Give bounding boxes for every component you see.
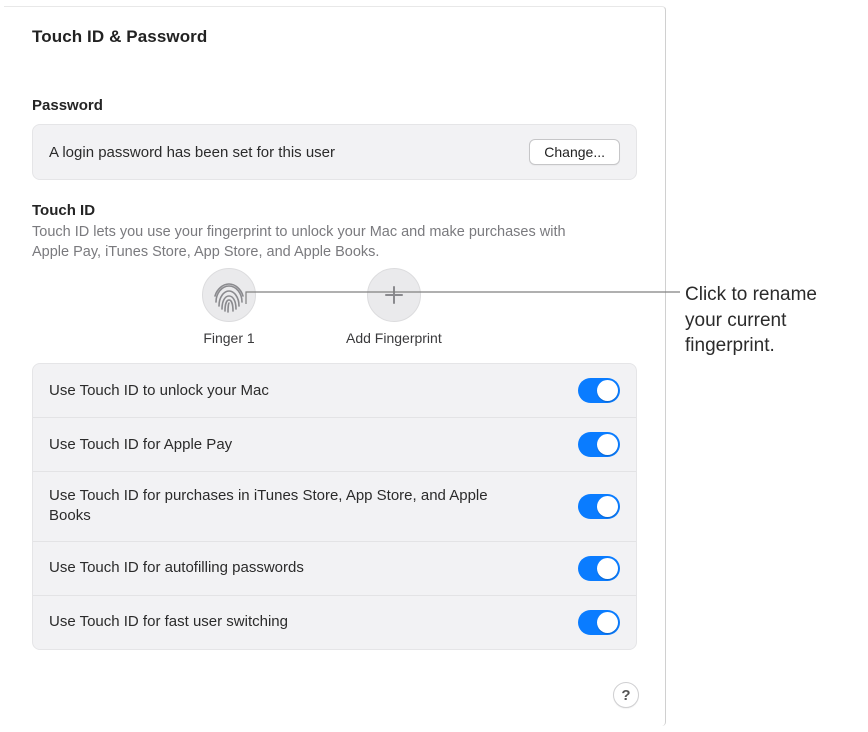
toggle-autofill[interactable] xyxy=(578,556,620,581)
help-button[interactable]: ? xyxy=(613,682,639,708)
callout-line xyxy=(246,292,686,304)
option-unlock-mac: Use Touch ID to unlock your Mac xyxy=(33,364,636,417)
touchid-options-card: Use Touch ID to unlock your Mac Use Touc… xyxy=(32,363,637,650)
toggle-purchases[interactable] xyxy=(578,494,620,519)
toggle-apple-pay[interactable] xyxy=(578,432,620,457)
page-title: Touch ID & Password xyxy=(32,27,637,47)
password-status: A login password has been set for this u… xyxy=(49,144,335,161)
fingerprints-row: Finger 1 Add Fingerprint xyxy=(32,268,637,363)
add-fingerprint-label: Add Fingerprint xyxy=(346,330,442,346)
option-label: Use Touch ID to unlock your Mac xyxy=(49,381,269,401)
option-purchases: Use Touch ID for purchases in iTunes Sto… xyxy=(33,471,636,541)
fingerprint-label: Finger 1 xyxy=(203,330,254,346)
toggle-fast-user-switching[interactable] xyxy=(578,610,620,635)
option-label: Use Touch ID for fast user switching xyxy=(49,612,288,632)
option-fast-user-switching: Use Touch ID for fast user switching xyxy=(33,595,636,649)
settings-pane: Touch ID & Password Password A login pas… xyxy=(4,6,666,726)
password-card: A login password has been set for this u… xyxy=(32,124,637,180)
callout-text: Click to rename your current fingerprint… xyxy=(685,282,855,359)
option-label: Use Touch ID for purchases in iTunes Sto… xyxy=(49,486,509,527)
change-password-button[interactable]: Change... xyxy=(529,139,620,165)
fingerprint-item-1[interactable]: Finger 1 xyxy=(202,268,256,346)
touchid-heading: Touch ID xyxy=(32,202,637,219)
toggle-unlock-mac[interactable] xyxy=(578,378,620,403)
option-autofill: Use Touch ID for autofilling passwords xyxy=(33,541,636,595)
add-fingerprint-button[interactable]: Add Fingerprint xyxy=(346,268,442,346)
password-heading: Password xyxy=(32,97,637,114)
option-apple-pay: Use Touch ID for Apple Pay xyxy=(33,417,636,471)
option-label: Use Touch ID for Apple Pay xyxy=(49,435,232,455)
touchid-description: Touch ID lets you use your fingerprint t… xyxy=(32,223,592,262)
option-label: Use Touch ID for autofilling passwords xyxy=(49,558,304,578)
